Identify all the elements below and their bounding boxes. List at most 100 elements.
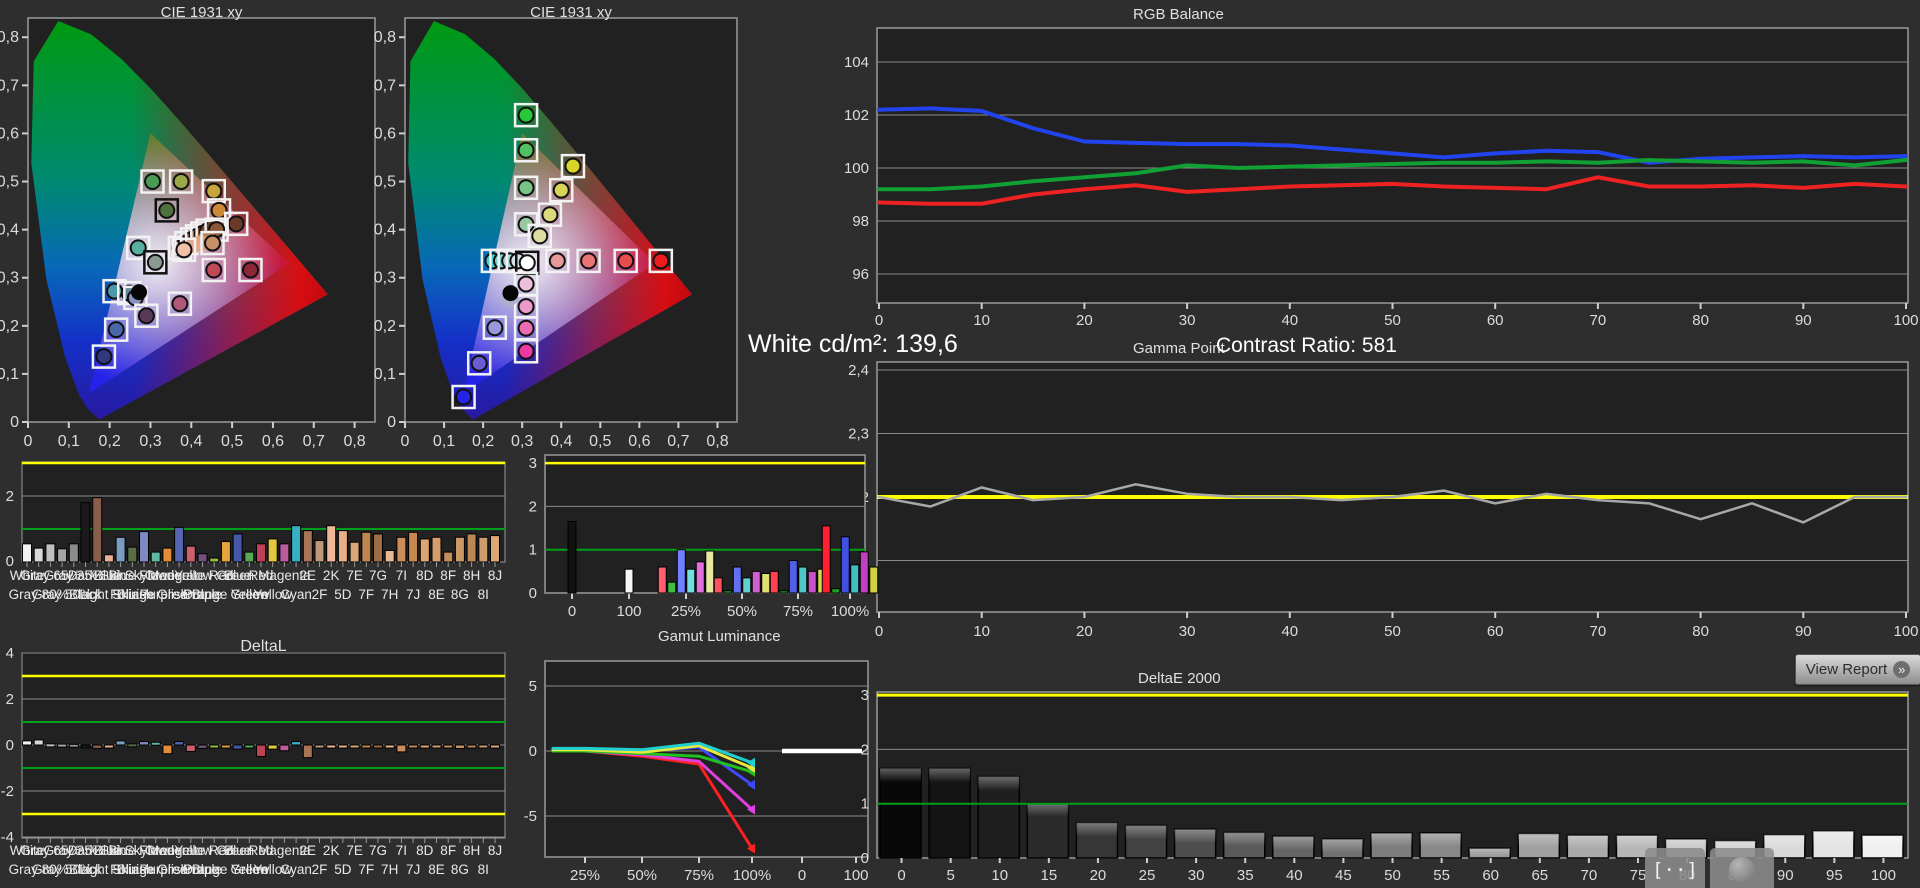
svg-text:25%: 25% (570, 867, 600, 884)
patch-label: 7J (406, 587, 420, 602)
svg-text:55: 55 (1433, 867, 1450, 884)
svg-text:2: 2 (6, 691, 14, 708)
patch-label: 7E (346, 843, 363, 858)
svg-text:0,1: 0,1 (374, 366, 396, 383)
svg-text:20: 20 (1076, 623, 1093, 640)
colorchecker-de-chart: 20 (6, 462, 505, 570)
svg-text:50%: 50% (727, 603, 757, 620)
svg-text:0: 0 (529, 743, 537, 760)
svg-text:0: 0 (401, 433, 410, 450)
svg-text:102: 102 (844, 107, 869, 124)
svg-text:104: 104 (844, 54, 869, 71)
view-report-label: View Report (1806, 661, 1887, 678)
svg-text:0,8: 0,8 (706, 433, 728, 450)
svg-text:2: 2 (861, 741, 869, 758)
svg-text:10: 10 (973, 623, 990, 640)
gamma-chart: 2,42,32,22,10102030405060708090100 (848, 362, 1918, 640)
patch-label: 7F (358, 587, 374, 602)
svg-text:70: 70 (1590, 623, 1607, 640)
svg-text:0,1: 0,1 (58, 433, 80, 450)
svg-text:100: 100 (616, 603, 641, 620)
cie1-title: CIE 1931 xy (28, 4, 375, 21)
view-report-button[interactable]: View Report » (1795, 654, 1920, 685)
patch-label: 2K (323, 568, 340, 583)
svg-text:0: 0 (387, 414, 396, 431)
pointer-ball-icon (1729, 857, 1755, 883)
svg-text:80: 80 (1692, 623, 1709, 640)
patch-label: Cyan (280, 862, 312, 877)
svg-text:30: 30 (1179, 623, 1196, 640)
svg-text:-5: -5 (524, 808, 537, 825)
deltal-title: DeltaL (22, 638, 505, 656)
svg-text:0,7: 0,7 (667, 433, 689, 450)
svg-text:100: 100 (1893, 312, 1918, 329)
svg-text:0,4: 0,4 (180, 433, 202, 450)
svg-text:40: 40 (1281, 623, 1298, 640)
calibration-dashboard: 00,10,20,30,40,50,60,70,800,10,20,30,40,… (0, 0, 1920, 888)
svg-text:0,4: 0,4 (0, 222, 19, 239)
svg-text:0,1: 0,1 (0, 366, 19, 383)
svg-text:25%: 25% (671, 603, 701, 620)
svg-text:5: 5 (946, 867, 954, 884)
pointer-tool-button[interactable] (1710, 848, 1774, 888)
svg-text:3: 3 (529, 455, 537, 472)
patch-label: 7E (346, 568, 363, 583)
svg-text:60: 60 (1487, 623, 1504, 640)
svg-text:30: 30 (1188, 867, 1205, 884)
svg-text:75: 75 (1630, 867, 1647, 884)
svg-text:100: 100 (844, 160, 869, 177)
contrast-ratio-readout: Contrast Ratio: 581 (1216, 334, 1397, 358)
svg-text:0,8: 0,8 (374, 29, 396, 46)
patch-label: 8D (416, 843, 433, 858)
svg-text:0,2: 0,2 (374, 318, 396, 335)
svg-text:40: 40 (1286, 867, 1303, 884)
svg-text:0,6: 0,6 (374, 125, 396, 142)
patch-label: 8J (488, 568, 502, 583)
patch-label: 7I (396, 568, 407, 583)
svg-text:0,7: 0,7 (374, 77, 396, 94)
svg-text:2,3: 2,3 (848, 426, 869, 443)
charts-canvas: 00,10,20,30,40,50,60,70,800,10,20,30,40,… (0, 0, 1920, 888)
svg-text:75%: 75% (783, 603, 813, 620)
svg-text:0: 0 (6, 737, 14, 754)
deltae2000-title: DeltaE 2000 (1138, 670, 1221, 687)
patch-label: 2F (312, 862, 328, 877)
svg-text:90: 90 (1795, 312, 1812, 329)
selection-tool-button[interactable]: [··] (1645, 848, 1705, 888)
patch-label: 5D (334, 587, 351, 602)
patch-label: 8F (440, 843, 456, 858)
patch-label: Blue (224, 568, 251, 583)
svg-text:0: 0 (529, 585, 537, 602)
svg-text:10: 10 (973, 312, 990, 329)
patch-label: 2E (300, 568, 317, 583)
patch-label: 8E (428, 862, 445, 877)
patch-label: 8J (488, 843, 502, 858)
svg-text:30: 30 (1179, 312, 1196, 329)
patch-label: 8I (478, 862, 489, 877)
patch-label: 2K (323, 843, 340, 858)
svg-text:50: 50 (1384, 623, 1401, 640)
svg-text:50: 50 (1384, 867, 1401, 884)
svg-text:0: 0 (875, 312, 883, 329)
patch-label: 7H (381, 862, 398, 877)
svg-text:0,6: 0,6 (0, 125, 19, 142)
patch-label: 2F (312, 587, 328, 602)
patch-label: 8G (451, 587, 469, 602)
gamut-luminance-chart: 50-525%50%75%100%0100 (524, 661, 869, 884)
gamut-luminance-title: Gamut Luminance (658, 628, 781, 645)
svg-text:2: 2 (6, 488, 14, 505)
cie1-chart: 00,10,20,30,40,50,60,70,800,10,20,30,40,… (0, 18, 375, 450)
svg-text:100: 100 (1893, 623, 1918, 640)
svg-text:80: 80 (1692, 312, 1709, 329)
svg-text:0,3: 0,3 (139, 433, 161, 450)
svg-text:25: 25 (1139, 867, 1156, 884)
svg-text:0,5: 0,5 (221, 433, 243, 450)
svg-text:0,6: 0,6 (628, 433, 650, 450)
svg-text:0,5: 0,5 (374, 174, 396, 191)
svg-text:2: 2 (529, 498, 537, 515)
patch-label: 8H (463, 568, 480, 583)
svg-text:95: 95 (1826, 867, 1843, 884)
svg-text:75%: 75% (684, 867, 714, 884)
svg-text:0,5: 0,5 (589, 433, 611, 450)
patch-label: 8E (428, 587, 445, 602)
